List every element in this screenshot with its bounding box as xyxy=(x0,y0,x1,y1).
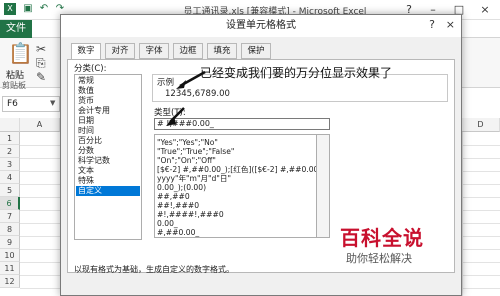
watermark-slogan: 助你轻松解决 xyxy=(346,252,412,265)
annotation-text: 已经变成我们要的万分位显示效果了 xyxy=(200,66,393,80)
annotation-arrows xyxy=(166,70,206,126)
arrow-head-sample xyxy=(176,80,186,89)
watermark-logo: 百科全说 xyxy=(340,226,424,250)
